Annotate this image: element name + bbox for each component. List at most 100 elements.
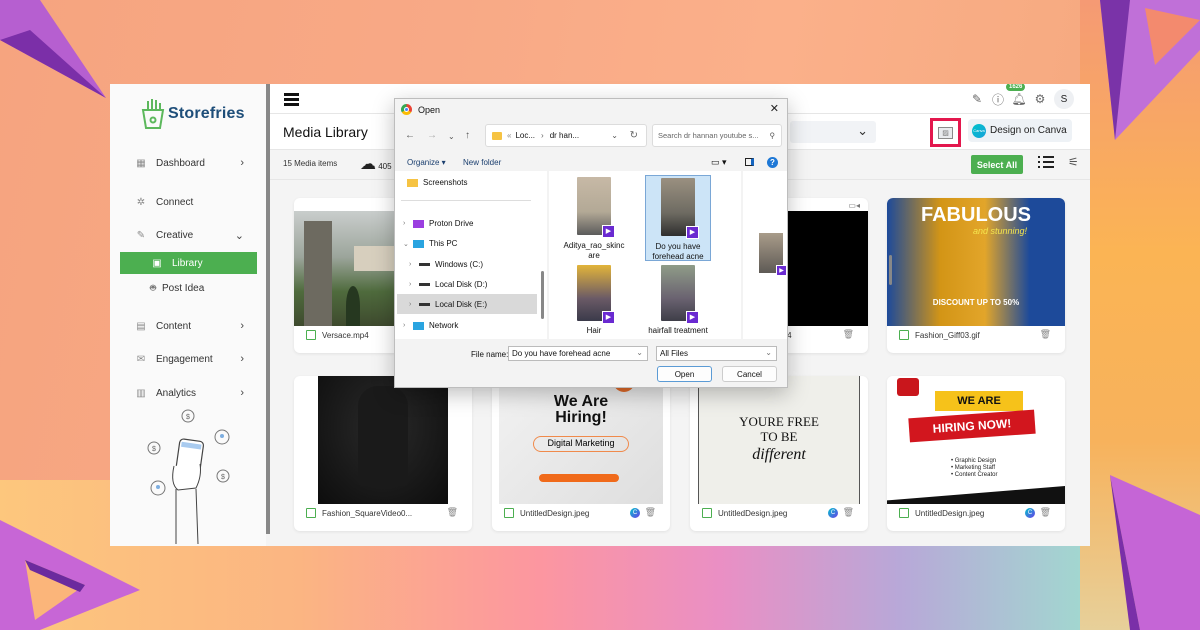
file-item[interactable]: ▶ hairfall treatment: [645, 265, 711, 336]
avatar[interactable]: S: [1054, 89, 1074, 109]
refresh-icon[interactable]: ↻: [630, 130, 638, 141]
design-on-canva-button[interactable]: Canva Design on Canva: [968, 119, 1072, 142]
thumb-list: • Graphic Design • Marketing Staff • Con…: [951, 458, 998, 478]
close-icon[interactable]: ✕: [770, 102, 779, 115]
file-item[interactable]: ▶ Hair: [561, 265, 627, 336]
file-name-value: Do you have forehead acne: [512, 349, 611, 358]
list-view-icon[interactable]: [1038, 156, 1054, 171]
chevron-down-icon: ⌄: [857, 123, 868, 138]
media-card[interactable]: We Are Hiring! Digital Marketing Untitle…: [492, 376, 670, 531]
image-view-button[interactable]: ▨: [930, 118, 961, 147]
select-checkbox[interactable]: [899, 330, 909, 340]
sidebar-item-creative[interactable]: ✎ Creative ⌄: [110, 223, 266, 247]
sidebar-item-engagement[interactable]: ✉ Engagement ›: [110, 347, 266, 371]
collapse-arrow-icon[interactable]: ⌄: [403, 240, 413, 248]
media-card[interactable]: Fashion_SquareVideo0... 🗑︎: [294, 376, 472, 531]
breadcrumb-item[interactable]: Loc...: [515, 131, 535, 140]
dialog-title: Open: [418, 104, 441, 115]
file-item[interactable]: ▶ Aditya_rao_skinc are: [561, 177, 627, 261]
select-checkbox[interactable]: [504, 508, 514, 518]
select-checkbox[interactable]: [899, 508, 909, 518]
select-checkbox[interactable]: [702, 508, 712, 518]
tree-item-network[interactable]: › Network: [403, 321, 458, 330]
sidebar-item-post-idea[interactable]: 🤖︎ Post Idea: [150, 281, 204, 295]
select-checkbox[interactable]: [306, 330, 316, 340]
chevron-down-icon[interactable]: ⌄: [765, 348, 772, 357]
tree-item-screenshots[interactable]: Screenshots: [407, 178, 467, 187]
view-options-icon[interactable]: ▭ ▾: [711, 157, 727, 168]
select-all-button[interactable]: Select All: [971, 155, 1023, 174]
tree-scrollbar[interactable]: [541, 271, 544, 319]
chevron-down-icon[interactable]: ⌄: [611, 131, 618, 140]
sidebar-item-library[interactable]: ▣ Library: [120, 252, 257, 274]
storage-indicator: ☁︎ 405: [360, 154, 392, 174]
trash-icon[interactable]: 🗑︎: [843, 329, 854, 340]
back-arrow-icon[interactable]: ←: [405, 130, 415, 141]
thumb-sub: Digital Marketing: [533, 436, 629, 452]
open-file-dialog: Open ✕ ← → ⌄ ↑ « Loc... › dr han... ⌄ ↻ …: [394, 98, 892, 388]
page-title: Media Library: [283, 124, 368, 140]
expand-arrow-icon[interactable]: ›: [409, 261, 419, 268]
gear-icon[interactable]: ⚙: [1033, 92, 1047, 106]
preview-pane-icon[interactable]: [745, 158, 754, 166]
new-folder-button[interactable]: New folder: [463, 158, 501, 167]
organize-button[interactable]: Organize ▾: [407, 158, 446, 167]
brand-logo[interactable]: Storefries: [140, 98, 245, 130]
filter-settings-icon[interactable]: ⚟: [1068, 155, 1079, 169]
sidebar-item-label: Analytics: [156, 387, 197, 399]
expand-arrow-icon[interactable]: ›: [403, 220, 413, 227]
chrome-icon: [401, 104, 412, 115]
trash-icon[interactable]: 🗑︎: [1040, 507, 1051, 518]
grid-icon: ▦: [136, 157, 146, 169]
address-bar[interactable]: « Loc... › dr han... ⌄ ↻: [485, 124, 647, 147]
filter-dropdown[interactable]: ⌄: [790, 121, 876, 143]
trash-icon[interactable]: 🗑︎: [645, 507, 656, 518]
open-button[interactable]: Open: [657, 366, 712, 382]
media-card[interactable]: ▨ YOURE FREE TO BE different UntitledDes…: [690, 376, 868, 531]
sidebar-item-content[interactable]: ▤ Content ›: [110, 314, 266, 338]
tree-item-proton-drive[interactable]: › Proton Drive: [403, 219, 473, 228]
help-icon[interactable]: ?: [767, 156, 778, 168]
tree-item-local-disk-e[interactable]: › Local Disk (E:): [409, 300, 487, 309]
sidebar-item-dashboard[interactable]: ▦ Dashboard ›: [110, 151, 266, 175]
chevron-right-icon: ›: [240, 353, 244, 365]
tree-item-windows-c[interactable]: › Windows (C:): [409, 260, 483, 269]
sidebar-item-analytics[interactable]: ▥ Analytics ›: [110, 381, 266, 405]
forward-arrow-icon[interactable]: →: [427, 130, 437, 141]
search-input[interactable]: Search dr hannan youtube s... ⚲: [652, 124, 782, 147]
bell-icon[interactable]: 🔔︎ 1626: [1006, 84, 1027, 106]
tree-item-local-disk-d[interactable]: › Local Disk (D:): [409, 280, 487, 289]
file-type-select[interactable]: All Files ⌄: [656, 346, 777, 361]
thumb-sub: HIRING NOW!: [908, 409, 1036, 443]
dialog-footer: File name: Do you have forehead acne ⌄ A…: [395, 339, 787, 387]
tree-item-this-pc[interactable]: ⌄ This PC: [403, 239, 457, 248]
edit-icon[interactable]: ✎: [970, 92, 984, 106]
phone-illustration: $ $ $: [147, 409, 230, 544]
chevron-down-icon[interactable]: ⌄: [636, 348, 643, 357]
file-item-selected[interactable]: ▶ Do you have forehead acne: [645, 175, 711, 261]
file-name-input[interactable]: Do you have forehead acne ⌄: [508, 346, 648, 361]
media-card[interactable]: FABULOUS and stunning! DISCOUNT UP TO 50…: [887, 198, 1065, 353]
trash-icon[interactable]: 🗑︎: [447, 507, 458, 518]
trash-icon[interactable]: 🗑︎: [1040, 329, 1051, 340]
expand-arrow-icon[interactable]: ›: [409, 281, 419, 288]
file-item-name: Do you have forehead acne: [652, 242, 704, 261]
file-type-value: All Files: [660, 349, 689, 358]
select-checkbox[interactable]: [306, 508, 316, 518]
sidebar-item-label: Engagement: [156, 353, 213, 365]
trash-icon[interactable]: 🗑︎: [843, 507, 854, 518]
up-arrow-icon[interactable]: ↑: [465, 130, 470, 141]
help-icon[interactable]: ⓘ: [991, 92, 1005, 107]
sidebar: Storefries ▦ Dashboard › ✲ Connect ✎ Cre…: [110, 84, 266, 546]
file-list: ▶ Aditya_rao_skinc are ▶ Do you have for…: [549, 171, 892, 339]
file-list-scrollbar[interactable]: [889, 255, 892, 285]
sidebar-item-connect[interactable]: ✲ Connect: [110, 190, 266, 214]
cancel-button[interactable]: Cancel: [722, 366, 777, 382]
media-card[interactable]: ▨ WE ARE HIRING NOW! • Graphic Design • …: [887, 376, 1065, 531]
recent-dropdown-icon[interactable]: ⌄: [448, 132, 455, 141]
hamburger-menu-icon[interactable]: [284, 93, 299, 108]
breadcrumb-item[interactable]: dr han...: [550, 131, 579, 140]
expand-arrow-icon[interactable]: ›: [403, 322, 413, 329]
expand-arrow-icon[interactable]: ›: [409, 301, 419, 308]
media-thumbnail: WE ARE HIRING NOW! • Graphic Design • Ma…: [887, 376, 1065, 504]
